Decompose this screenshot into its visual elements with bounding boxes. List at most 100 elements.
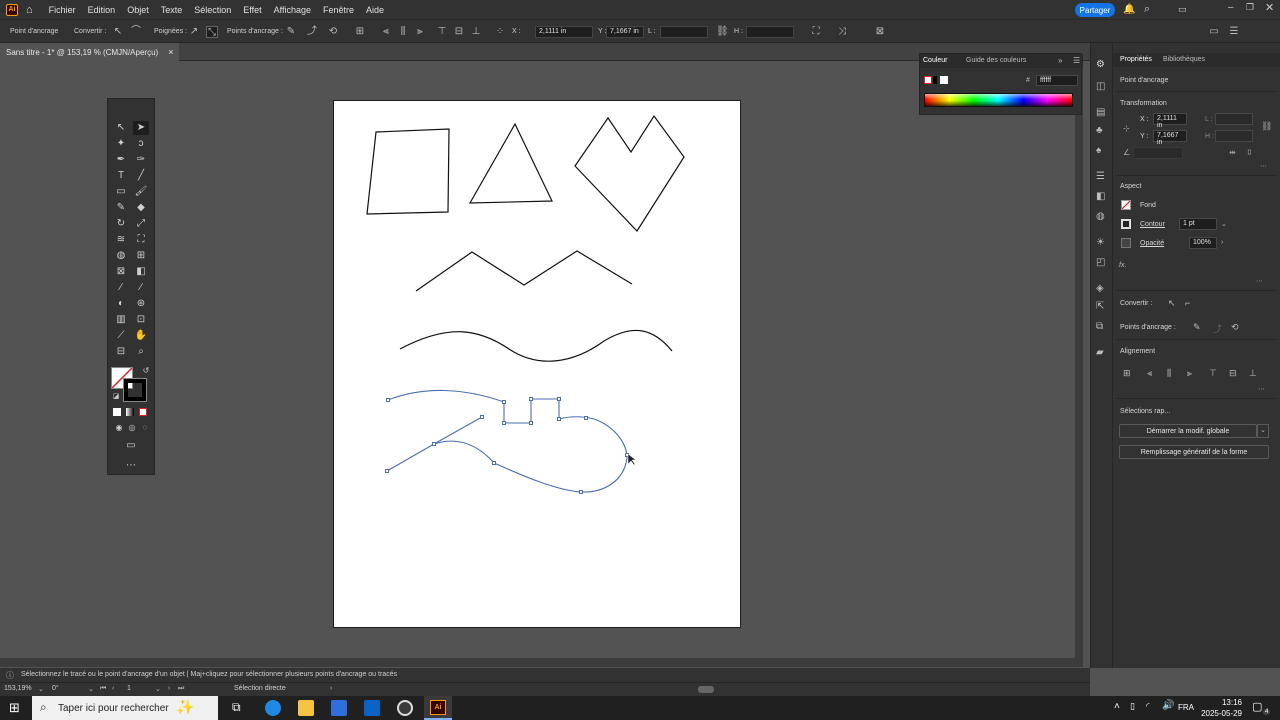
link-icon[interactable]: ⛓ xyxy=(716,26,729,38)
rotate-angle-icon[interactable]: ∠ xyxy=(1123,148,1130,157)
prop-width-field[interactable] xyxy=(1215,113,1253,125)
gradient-panel-icon[interactable]: ◧ xyxy=(1096,191,1105,202)
handles-show-icon[interactable]: ↗ xyxy=(188,26,200,38)
zoom-dropdown-icon[interactable]: ⌄ xyxy=(38,685,44,693)
white-swatch[interactable] xyxy=(940,76,948,84)
swap-colors-icon[interactable]: ↺ xyxy=(138,364,154,378)
pen-tool-icon[interactable]: ✒ xyxy=(113,153,129,167)
rotate-field[interactable] xyxy=(1133,147,1183,159)
last-artboard-icon[interactable]: ⏭ xyxy=(178,685,184,693)
zoom-field[interactable]: 153,19% xyxy=(4,685,32,692)
stroke-swatch[interactable] xyxy=(123,378,147,402)
volume-icon[interactable]: 🔊 xyxy=(1162,700,1174,711)
perspective-grid-icon[interactable]: ⊞ xyxy=(133,249,149,263)
convert-corner-icon[interactable]: ↖ xyxy=(112,26,124,38)
panel-menu-icon[interactable]: ☰ xyxy=(1228,26,1240,38)
edit-toolbar-icon[interactable]: ⋯ xyxy=(123,459,139,473)
stroke-dropdown-icon[interactable]: ⌄ xyxy=(1221,220,1227,228)
more-transform-icon[interactable]: ⋯ xyxy=(1260,162,1267,170)
align-hcenter-icon[interactable]: ⫼ xyxy=(397,26,409,38)
minimize-icon[interactable]: – xyxy=(1228,2,1234,13)
align-to-icon[interactable]: ⊞ xyxy=(354,26,366,38)
warp-tool-icon[interactable]: ≋ xyxy=(113,233,129,247)
rectangle-tool-icon[interactable]: ▭ xyxy=(113,185,129,199)
graph-tool-icon[interactable]: ▥ xyxy=(113,313,129,327)
draw-inside-icon[interactable]: ◌ xyxy=(137,421,153,435)
measure-icon[interactable]: ∕ xyxy=(133,281,149,295)
more-aspect-icon[interactable]: ⋯ xyxy=(1256,277,1263,285)
align-to-icon[interactable]: ⊞ xyxy=(1123,368,1131,379)
wave-path[interactable] xyxy=(399,329,673,362)
curvature-tool-icon[interactable]: ✑ xyxy=(133,153,149,167)
arrange-docs-icon[interactable]: ▭ xyxy=(1208,26,1220,38)
align-vcenter-icon[interactable]: ⊟ xyxy=(453,26,465,38)
share-button[interactable]: Partager xyxy=(1075,3,1115,17)
opacity-field[interactable]: 100% xyxy=(1189,237,1217,249)
stroke-label[interactable]: Contour xyxy=(1140,221,1165,228)
artboard-number-field[interactable]: 1 xyxy=(127,685,131,692)
free-transform-icon[interactable]: ⛶ xyxy=(133,233,149,247)
cut-path-icon[interactable]: ⟲ xyxy=(327,26,339,38)
artboard-tool-icon[interactable]: ⊡ xyxy=(133,313,149,327)
eyedropper-icon[interactable]: ⁄ xyxy=(113,281,129,295)
horizontal-scroll-thumb[interactable] xyxy=(698,686,714,693)
libraries-icon[interactable]: ▤ xyxy=(1096,107,1105,118)
quadrilateral-path[interactable] xyxy=(366,128,450,215)
task-view-icon[interactable]: ⧉ xyxy=(232,700,241,715)
fill-swatch-small[interactable] xyxy=(1121,200,1131,210)
isolate-icon[interactable]: ⛶ xyxy=(810,26,822,38)
more-align-icon[interactable]: ⋯ xyxy=(1258,385,1265,393)
triangle-path[interactable] xyxy=(468,122,553,204)
shaper-tool-icon[interactable]: ✎ xyxy=(113,201,129,215)
symbols-icon[interactable]: ♠ xyxy=(1096,145,1101,156)
brushes-icon[interactable]: ♣ xyxy=(1096,125,1103,136)
prev-artboard-icon[interactable]: ‹ xyxy=(112,685,114,692)
menu-aide[interactable]: Aide xyxy=(360,5,390,15)
menu-affichage[interactable]: Affichage xyxy=(268,5,317,15)
properties-panel-icon[interactable]: ⚙ xyxy=(1096,59,1105,70)
fill-label[interactable]: Fond xyxy=(1140,202,1156,209)
fill-none-swatch[interactable] xyxy=(924,76,932,84)
transform-icon[interactable]: ⤨ xyxy=(836,26,848,38)
align-bottom-icon[interactable]: ⊥ xyxy=(470,26,482,38)
zigzag-path[interactable] xyxy=(415,250,633,292)
menu-fichier[interactable]: Fichier xyxy=(43,5,82,15)
outlook-icon[interactable] xyxy=(364,700,380,716)
connect-anchor-icon[interactable]: ⤴ xyxy=(1213,322,1222,335)
prop-y-field[interactable]: 7,1667 in xyxy=(1153,130,1187,146)
artboard[interactable] xyxy=(333,100,741,628)
align-top-icon[interactable]: ⊤ xyxy=(1209,368,1217,379)
language-indicator[interactable]: FRA xyxy=(1178,703,1194,712)
cut-path-icon[interactable]: ⟲ xyxy=(1231,322,1239,333)
edge-icon[interactable] xyxy=(265,700,281,716)
eraser-icon[interactable]: ◆ xyxy=(133,201,149,215)
windows-start-icon[interactable]: ⊞ xyxy=(9,700,20,716)
align-vcenter-icon[interactable]: ⊟ xyxy=(1229,368,1237,379)
slice-tool-icon[interactable]: ⟋ xyxy=(113,329,129,343)
network-icon[interactable]: ◜ xyxy=(1146,701,1150,712)
copilot-sparkle-icon[interactable]: ✨ xyxy=(176,698,195,716)
align-left-icon[interactable]: ⫷ xyxy=(1147,368,1152,379)
close-tab-icon[interactable]: × xyxy=(168,47,173,57)
black-swatch[interactable] xyxy=(933,76,937,84)
line-tool-icon[interactable]: ╱ xyxy=(133,169,149,183)
flip-horizontal-icon[interactable]: ⇹ xyxy=(1229,148,1236,157)
menu-objet[interactable]: Objet xyxy=(121,5,155,15)
align-left-icon[interactable]: ⫷ xyxy=(380,26,392,38)
restore-icon[interactable]: ❐ xyxy=(1246,2,1254,13)
reference-point-icon[interactable]: ⊹ xyxy=(1123,124,1130,133)
show-hidden-icons-icon[interactable]: ˄ xyxy=(1114,701,1120,712)
document-tab[interactable]: Sans titre - 1* @ 153,19 % (CMJN/Aperçu)… xyxy=(0,43,180,61)
reference-point-icon[interactable]: ⁘ xyxy=(494,26,506,38)
workspace-icon[interactable]: ▭ xyxy=(1178,4,1187,15)
artboards-icon[interactable]: ⧉ xyxy=(1096,321,1103,332)
stroke-swatch-small[interactable] xyxy=(1121,219,1131,229)
align-top-icon[interactable]: ⊤ xyxy=(436,26,448,38)
menu-edition[interactable]: Edition xyxy=(82,5,122,15)
remove-anchor-icon[interactable]: ✎ xyxy=(285,26,297,38)
artboard-dropdown-icon[interactable]: ⌄ xyxy=(155,685,161,693)
blend-tool-icon[interactable]: ◐ xyxy=(113,297,129,311)
align-bottom-icon[interactable]: ⊥ xyxy=(1249,368,1257,379)
stroke-weight-field[interactable]: 1 pt xyxy=(1179,218,1217,230)
collapse-panel-icon[interactable]: » xyxy=(1058,56,1062,65)
